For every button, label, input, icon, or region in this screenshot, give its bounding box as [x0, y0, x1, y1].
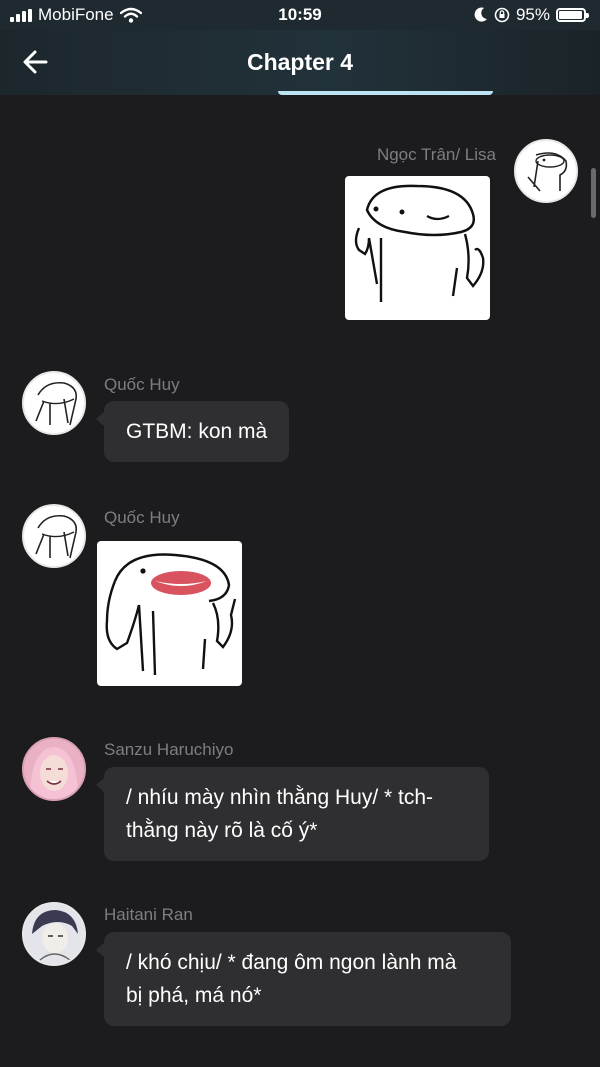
- orientation-lock-icon: [494, 7, 510, 23]
- battery-icon: [556, 8, 589, 22]
- avatar[interactable]: [514, 139, 578, 203]
- message-sender: Ngọc Trân/ Lisa: [376, 145, 496, 164]
- message-bubble[interactable]: / khó chịu/ * đang ôm ngon lành mà bị ph…: [96, 932, 511, 1026]
- chapter-header: Chapter 4: [0, 30, 600, 95]
- message-text: GTBM: kon mà: [126, 420, 268, 443]
- sticker-image[interactable]: [97, 541, 242, 686]
- battery-percent: 95%: [515, 5, 550, 24]
- battery-fill: [559, 11, 582, 19]
- status-left: MobiFone: [10, 5, 142, 25]
- message-text-line: bị phá, má nó*: [126, 984, 262, 1007]
- carrier-label: MobiFone: [38, 5, 114, 24]
- avatar[interactable]: [22, 371, 86, 435]
- avatar[interactable]: [22, 737, 86, 801]
- message-sender: Haitani Ran: [104, 905, 193, 924]
- arrow-left-icon[interactable]: [20, 46, 52, 78]
- message-text-line: / nhíu mày nhìn thằng Huy/ * tch-: [126, 786, 434, 809]
- message-bubble[interactable]: / nhíu mày nhìn thằng Huy/ * tch- thằng …: [96, 767, 489, 861]
- message-sender: Quốc Huy: [104, 375, 180, 394]
- message-sender: Sanzu Haruchiyo: [104, 740, 234, 759]
- message-text-line: / khó chịu/ * đang ôm ngon lành mà: [126, 951, 457, 974]
- page-title: Chapter 4: [246, 49, 354, 75]
- status-bar: MobiFone 10:59 95%: [0, 0, 600, 30]
- avatar[interactable]: [22, 902, 86, 966]
- message-bubble[interactable]: GTBM: kon mà: [95, 401, 290, 462]
- scrollbar[interactable]: [591, 168, 596, 218]
- moon-icon: [474, 7, 487, 22]
- sticker-image[interactable]: [345, 176, 490, 320]
- signal-icon: [10, 8, 32, 22]
- status-right: 95%: [474, 5, 589, 25]
- wifi-icon: [119, 7, 142, 23]
- message-text-line: thằng này rõ là cố ý*: [126, 819, 318, 842]
- message-sender: Quốc Huy: [104, 508, 180, 527]
- avatar[interactable]: [22, 504, 86, 568]
- chat-area[interactable]: Ngọc Trân/ Lisa Quốc Huy GTBM: kon mà Qu…: [0, 95, 600, 1067]
